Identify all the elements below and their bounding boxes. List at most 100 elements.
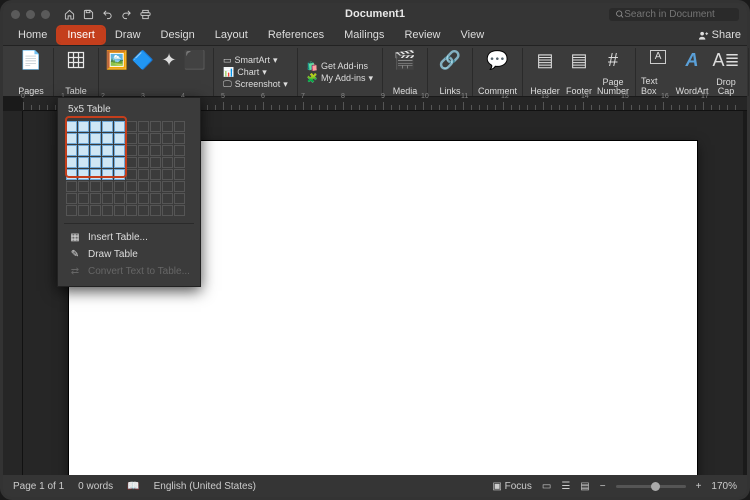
grid-cell[interactable] [150,157,161,168]
tab-insert[interactable]: Insert [58,27,104,43]
grid-cell[interactable] [78,193,89,204]
grid-cell[interactable] [90,193,101,204]
print-icon[interactable] [140,9,151,20]
icons-button[interactable]: ✦ [156,48,182,96]
grid-cell[interactable] [102,157,113,168]
grid-cell[interactable] [78,121,89,132]
grid-cell[interactable] [162,157,173,168]
tab-draw[interactable]: Draw [106,27,150,43]
grid-cell[interactable] [174,169,185,180]
tab-references[interactable]: References [259,27,333,43]
grid-cell[interactable] [174,205,185,216]
grid-cell[interactable] [66,145,77,156]
grid-cell[interactable] [114,133,125,144]
textbox-button[interactable]: AText Box [641,48,675,96]
grid-cell[interactable] [174,157,185,168]
grid-cell[interactable] [150,205,161,216]
zoom-in-button[interactable]: + [696,481,702,492]
grid-cell[interactable] [102,181,113,192]
pages-button[interactable]: 📄Pages [14,48,48,96]
my-addins-button[interactable]: 🧩My Add-ins ▾ [307,73,373,84]
search-input[interactable] [624,9,733,20]
undo-icon[interactable] [102,9,113,20]
grid-cell[interactable] [126,193,137,204]
home-icon[interactable] [64,9,75,20]
grid-cell[interactable] [66,169,77,180]
grid-cell[interactable] [126,169,137,180]
get-addins-button[interactable]: 🛍️Get Add-ins [307,61,373,72]
grid-cell[interactable] [114,157,125,168]
search-box[interactable] [609,8,739,21]
comment-button[interactable]: 💬Comment [478,48,517,96]
screenshot-button[interactable]: 🖵Screenshot ▾ [223,79,288,90]
share-button[interactable]: Share [698,29,741,41]
grid-cell[interactable] [138,169,149,180]
grid-cell[interactable] [138,157,149,168]
table-button[interactable]: Table [59,48,93,96]
grid-cell[interactable] [126,121,137,132]
grid-cell[interactable] [90,205,101,216]
grid-cell[interactable] [162,205,173,216]
zoom-level[interactable]: 170% [711,481,737,492]
grid-cell[interactable] [66,133,77,144]
grid-cell[interactable] [102,121,113,132]
grid-cell[interactable] [174,193,185,204]
grid-cell[interactable] [114,181,125,192]
grid-cell[interactable] [138,181,149,192]
grid-cell[interactable] [150,169,161,180]
grid-cell[interactable] [162,193,173,204]
grid-cell[interactable] [162,169,173,180]
tab-view[interactable]: View [452,27,494,43]
page-count[interactable]: Page 1 of 1 [13,481,64,492]
grid-cell[interactable] [162,133,173,144]
grid-cell[interactable] [66,181,77,192]
smartart-button[interactable]: ▭SmartArt ▾ [223,55,288,66]
grid-cell[interactable] [114,205,125,216]
word-count[interactable]: 0 words [78,481,113,492]
grid-cell[interactable] [102,145,113,156]
grid-cell[interactable] [114,193,125,204]
grid-cell[interactable] [138,121,149,132]
chart-button[interactable]: 📊Chart ▾ [223,67,288,78]
grid-cell[interactable] [150,133,161,144]
pictures-button[interactable]: 🖼️ [104,48,130,96]
grid-cell[interactable] [174,121,185,132]
grid-cell[interactable] [66,193,77,204]
table-size-grid[interactable] [64,119,194,218]
tab-mailings[interactable]: Mailings [335,27,393,43]
media-button[interactable]: 🎬Media [388,48,422,96]
grid-cell[interactable] [90,145,101,156]
grid-cell[interactable] [138,193,149,204]
minimize-dot-icon[interactable] [26,10,35,19]
view-print-icon[interactable]: ▭ [542,481,551,492]
grid-cell[interactable] [90,121,101,132]
grid-cell[interactable] [90,133,101,144]
grid-cell[interactable] [78,133,89,144]
vertical-ruler[interactable] [3,111,23,475]
grid-cell[interactable] [102,169,113,180]
spellcheck-icon[interactable]: 📖 [127,481,139,492]
redo-icon[interactable] [121,9,132,20]
zoom-out-button[interactable]: − [600,481,606,492]
grid-cell[interactable] [126,133,137,144]
tab-review[interactable]: Review [395,27,449,43]
draw-table-item[interactable]: ✎Draw Table [64,246,194,263]
grid-cell[interactable] [126,157,137,168]
grid-cell[interactable] [102,133,113,144]
save-icon[interactable] [83,9,94,20]
tab-home[interactable]: Home [9,27,56,43]
grid-cell[interactable] [114,169,125,180]
grid-cell[interactable] [162,181,173,192]
grid-cell[interactable] [78,145,89,156]
grid-cell[interactable] [66,121,77,132]
grid-cell[interactable] [174,145,185,156]
grid-cell[interactable] [66,205,77,216]
grid-cell[interactable] [78,181,89,192]
insert-table-item[interactable]: ▦Insert Table... [64,229,194,246]
window-controls[interactable] [11,10,50,19]
page-number-button[interactable]: #Page Number [596,48,630,96]
focus-mode[interactable]: ▣ Focus [492,481,531,492]
grid-cell[interactable] [126,205,137,216]
grid-cell[interactable] [78,169,89,180]
shapes-button[interactable]: 🔷 [130,48,156,96]
